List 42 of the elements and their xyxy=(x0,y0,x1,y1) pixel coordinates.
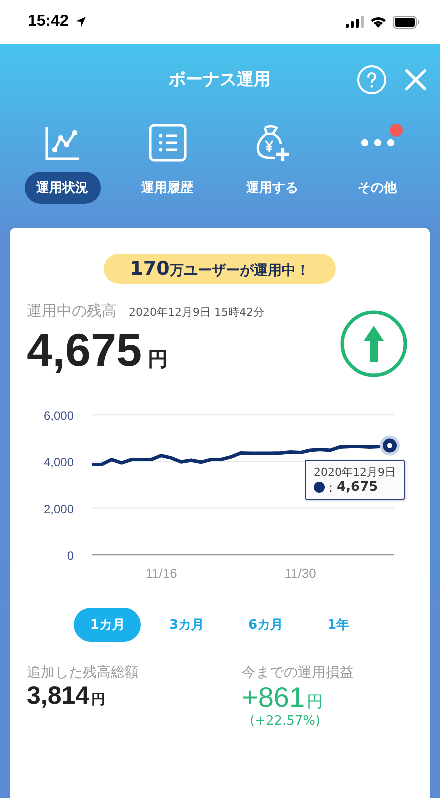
user-count-banner: 170万ユーザーが運用中！ xyxy=(104,254,336,284)
period-tab[interactable]: 1年 xyxy=(312,608,366,642)
wifi-icon xyxy=(370,16,387,28)
currency-unit: 円 xyxy=(307,692,324,713)
location-arrow-icon xyxy=(74,16,87,28)
help-icon[interactable] xyxy=(357,65,387,95)
close-icon[interactable] xyxy=(405,69,427,91)
summary-label: 追加した残高総額 xyxy=(27,664,140,682)
nav-tab[interactable]: 運用状況 xyxy=(24,172,100,204)
currency-unit: 円 xyxy=(92,691,106,709)
tooltip-separator: : xyxy=(329,480,334,494)
period-tab[interactable]: 6カ月 xyxy=(232,608,300,642)
x-axis-label: 11/16 xyxy=(146,566,178,581)
period-tab[interactable]: 3カ月 xyxy=(153,608,220,642)
summary-amount: 3,814 xyxy=(27,682,90,711)
status-time: 15:42 xyxy=(28,13,69,31)
screen-title: ボーナス運用 xyxy=(169,68,271,90)
balance-timestamp: 2020年12月9日 15時42分 xyxy=(129,305,264,320)
tooltip-value: 4,675 xyxy=(337,480,378,495)
line-chart-icon[interactable] xyxy=(44,125,80,161)
more-icon[interactable] xyxy=(360,138,396,148)
balance-label: 運用中の残高 xyxy=(27,302,117,321)
y-axis-label: 6,000 xyxy=(44,409,74,423)
summary-amount: +861 xyxy=(242,682,306,714)
latest-point-marker xyxy=(380,436,400,456)
tooltip-date: 2020年12月9日 xyxy=(314,465,396,480)
nav-tab[interactable]: 運用履歴 xyxy=(130,172,206,204)
nav-tab[interactable]: その他 xyxy=(346,172,409,204)
list-icon[interactable] xyxy=(148,124,186,162)
x-axis-label: 11/30 xyxy=(284,566,316,581)
balance-amount: 4,675 xyxy=(27,323,142,377)
currency-unit: 円 xyxy=(148,346,168,373)
period-tab[interactable]: 1カ月 xyxy=(74,608,142,642)
profit-percentage: (+22.57%) xyxy=(249,714,322,729)
signal-icon xyxy=(346,16,364,28)
y-axis-label: 4,000 xyxy=(44,456,74,470)
y-axis-label: 2,000 xyxy=(44,502,74,516)
battery-icon xyxy=(393,16,420,28)
nav-tab[interactable]: 運用する xyxy=(234,172,310,204)
summary-label: 今までの運用損益 xyxy=(242,664,355,682)
series-dot xyxy=(314,482,325,493)
y-axis-label: 0 xyxy=(67,549,74,563)
